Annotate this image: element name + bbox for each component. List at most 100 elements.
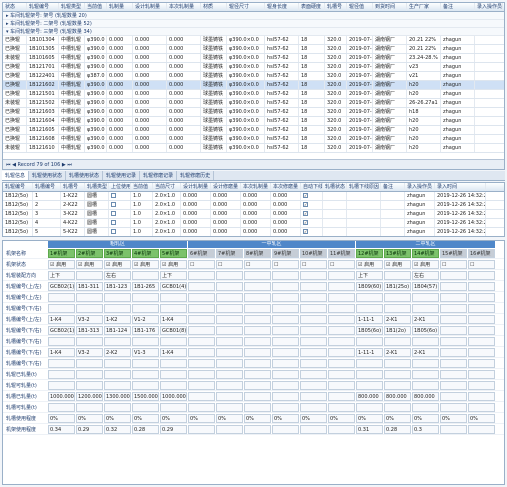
table-cell[interactable]: 2019-12-26 14:32:27 [435, 210, 486, 218]
table-cell[interactable]: 0.000 [107, 45, 133, 53]
stand-cell[interactable]: 0.28 [384, 424, 411, 434]
table-cell[interactable]: 0.000 [181, 228, 211, 236]
stand-button[interactable]: 3#机架 [104, 248, 131, 258]
table-cell[interactable] [381, 228, 405, 236]
table-cell[interactable]: 26-26.27a1 [407, 99, 441, 107]
stand-data-row[interactable]: 轧槽编号(下/右) [3, 336, 504, 347]
stand-label[interactable]: 机架名称 [3, 250, 48, 257]
stand-cell[interactable] [356, 336, 383, 346]
table-cell[interactable]: φ390.0×0.0 [227, 90, 265, 98]
table-cell[interactable]: 湖南钢厂 [373, 45, 407, 53]
table-cell[interactable]: 2019-07-24 [347, 117, 373, 125]
stand-button[interactable]: 14#机架 [412, 248, 439, 258]
table-cell[interactable]: hsl57-62 [265, 126, 299, 134]
stand-cell[interactable]: GCB01(4) [160, 281, 187, 291]
stand-cell[interactable] [76, 380, 103, 390]
table-cell[interactable]: 2.0×1.0 [153, 219, 181, 227]
table-cell[interactable]: 320.0 [325, 54, 347, 62]
table-cell[interactable] [381, 219, 405, 227]
table-cell[interactable] [109, 201, 131, 209]
stand-data-row[interactable]: 轧槽已轧量(t) 1000.000 1200.000 1300.000 1500.000… [3, 391, 504, 402]
stand-data-row[interactable]: 轧辊已轧量(t) [3, 369, 504, 380]
group-row[interactable]: ▸ 车间轧辊架号: 二架号 (轧辊数量 52) [3, 20, 504, 28]
table-cell[interactable]: 中槽轧辊 [59, 81, 85, 89]
table-cell[interactable]: 1B121602 [27, 81, 59, 89]
stand-button[interactable]: 4#机架 [132, 248, 159, 258]
stand-cell[interactable] [384, 292, 411, 302]
stand-cell[interactable] [132, 380, 159, 390]
table-cell[interactable]: 5-K22 [61, 228, 85, 236]
table-cell[interactable] [347, 201, 381, 209]
stand-cell[interactable] [104, 292, 131, 302]
stand-cell[interactable] [440, 281, 467, 291]
table-cell[interactable]: 已换辊 [3, 81, 27, 89]
stand-cell[interactable] [468, 380, 495, 390]
table-cell[interactable]: 0.000 [271, 219, 301, 227]
table-cell[interactable]: 0.000 [167, 36, 201, 44]
stand-cell[interactable]: 1300.000 [104, 391, 131, 401]
stand-cell[interactable] [272, 303, 299, 313]
stand-cell[interactable] [300, 380, 327, 390]
column-header[interactable]: 表面硬度 [299, 3, 325, 11]
stand-cell[interactable] [384, 336, 411, 346]
table-row[interactable]: 1B12(5o) 3 3-K22 圆槽 1.0 2.0×1.0 0.000 0.000 0.00… [3, 210, 504, 219]
table-cell[interactable]: 1B12(5o) [3, 210, 33, 218]
table-cell[interactable] [347, 228, 381, 236]
stand-cell[interactable]: 0.29 [76, 424, 103, 434]
stand-data-row[interactable]: 轧槽编号(下/右) 1-K4 V3-2 2-K2 V1-3 1-K4 1-11-1 2-K1 2… [3, 347, 504, 358]
table-cell[interactable]: 中槽轧辊 [59, 126, 85, 134]
table-cell[interactable]: φ390.0 [85, 63, 107, 71]
stand-button[interactable]: 11#机架 [328, 248, 355, 258]
table-cell[interactable]: 湖南钢厂 [373, 54, 407, 62]
table-cell[interactable]: 2019-07-24 [347, 90, 373, 98]
stand-cell[interactable] [76, 303, 103, 313]
stand-cell[interactable] [188, 292, 215, 302]
stand-cell[interactable] [48, 380, 75, 390]
stand-cell[interactable] [412, 402, 439, 412]
stand-cell[interactable]: 0% [132, 413, 159, 423]
stand-cell[interactable] [300, 424, 327, 434]
stand-cell[interactable] [440, 402, 467, 412]
stand-cell[interactable]: V1-2 [132, 314, 159, 324]
stand-cell[interactable] [440, 424, 467, 434]
stand-cell[interactable] [244, 380, 271, 390]
stand-cell[interactable] [468, 347, 495, 357]
stand-cell[interactable] [272, 369, 299, 379]
stand-cell[interactable]: 2-K1 [384, 314, 411, 324]
stand-cell[interactable] [468, 369, 495, 379]
stand-cell[interactable]: 1B05(6o) [356, 325, 383, 335]
row-label[interactable]: 轧辊已轧量(t) [3, 371, 48, 378]
row-label[interactable]: 机架状态 [3, 261, 48, 268]
table-cell[interactable]: 2019-12-26 14:32:27 [435, 219, 486, 227]
table-cell[interactable]: 已换辊 [3, 36, 27, 44]
table-cell[interactable]: 湖南钢厂 [373, 126, 407, 134]
stand-cell[interactable] [216, 336, 243, 346]
stand-button[interactable]: 6#机架 [188, 248, 215, 258]
table-cell[interactable]: 1-K22 [61, 192, 85, 200]
section-band[interactable]: 一中轧区 [188, 241, 356, 248]
stand-cell[interactable] [468, 402, 495, 412]
table-cell[interactable]: 0.000 [107, 54, 133, 62]
table-cell[interactable]: 1B121605 [27, 126, 59, 134]
stand-cell[interactable] [384, 358, 411, 368]
stand-cell[interactable] [244, 325, 271, 335]
row-label[interactable]: 轧槽编号(下/右) [3, 360, 48, 367]
table-cell[interactable]: 0.000 [133, 99, 167, 107]
table-cell[interactable]: h20 [407, 126, 441, 134]
table-cell[interactable]: 中槽轧辊 [59, 135, 85, 143]
table-cell[interactable]: 湖南钢厂 [373, 36, 407, 44]
column-header[interactable]: 辊身长度 [265, 3, 299, 11]
stand-data-row[interactable]: 轧辊编号(下/右) [3, 303, 504, 314]
stand-cell[interactable]: ☑ 启用 [384, 259, 411, 269]
table-cell[interactable]: 18 [299, 72, 325, 80]
column-header[interactable]: 辊径值 [347, 3, 373, 11]
stand-cell[interactable]: ☐ [328, 259, 355, 269]
table-cell[interactable]: v21 [407, 72, 441, 80]
table-cell[interactable]: 0.000 [211, 219, 241, 227]
table-cell[interactable]: φ390.0×0.0 [227, 108, 265, 116]
table-cell[interactable]: φ390.0 [85, 45, 107, 53]
table-cell[interactable] [347, 219, 381, 227]
row-label[interactable]: 机架使用程度 [3, 426, 48, 433]
stand-cell[interactable] [48, 402, 75, 412]
stand-cell[interactable] [188, 270, 215, 280]
